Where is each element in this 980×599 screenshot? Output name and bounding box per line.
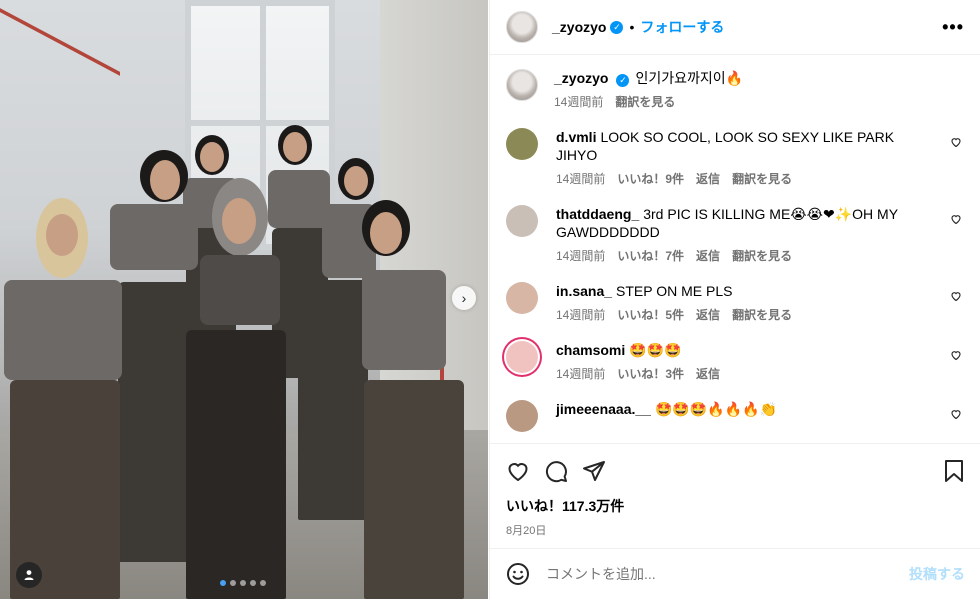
carousel-dot: [230, 580, 236, 586]
comment-likes[interactable]: いいね！3件: [617, 365, 684, 382]
heart-icon[interactable]: [506, 459, 530, 483]
avatar[interactable]: [506, 11, 538, 43]
next-slide-button[interactable]: ›: [452, 286, 476, 310]
commenter-username[interactable]: in.sana_: [556, 283, 612, 299]
comment-item: d.vmli LOOK SO COOL, LOOK SO SEXY LIKE PA…: [506, 128, 964, 187]
tagged-users-button[interactable]: [16, 562, 42, 588]
comment-text: STEP ON ME PLS: [616, 283, 733, 299]
likes-count[interactable]: いいね！117.3万件: [506, 496, 965, 516]
caption-time: 14週間前: [554, 95, 604, 109]
heart-icon[interactable]: [950, 213, 962, 225]
commenter-username[interactable]: d.vmli: [556, 129, 596, 145]
carousel-indicator: [220, 580, 266, 586]
carousel-dot: [220, 580, 226, 586]
comment-text: 🤩🤩🤩: [629, 342, 682, 358]
comment-likes[interactable]: いいね！7件: [617, 247, 684, 264]
comment-item: in.sana_ STEP ON ME PLS 14週間前 いいね！5件 返信 翻…: [506, 282, 964, 323]
reply-button[interactable]: 返信: [696, 170, 720, 187]
carousel-dot: [240, 580, 246, 586]
more-options-button[interactable]: •••: [942, 17, 964, 38]
commenter-username[interactable]: thatddaeng_: [556, 206, 639, 222]
reply-button[interactable]: 返信: [696, 365, 720, 382]
heart-icon[interactable]: [950, 408, 962, 420]
author-username[interactable]: _zyozyo: [552, 19, 606, 35]
heart-icon[interactable]: [950, 136, 962, 148]
comment-time: 14週間前: [556, 367, 606, 381]
reply-button[interactable]: 返信: [696, 247, 720, 264]
commenter-username[interactable]: chamsomi: [556, 342, 625, 358]
heart-icon[interactable]: [950, 349, 962, 361]
comment-text: LOOK SO COOL, LOOK SO SEXY LIKE PARK JIH…: [556, 129, 895, 163]
comment-item: jimeeenaaa.__ 🤩🤩🤩🔥🔥🔥👏: [506, 400, 964, 432]
post-actions: いいね！117.3万件 8月20日: [490, 443, 980, 538]
carousel-dot: [250, 580, 256, 586]
comment-time: 14週間前: [556, 249, 606, 263]
post-date: 8月20日: [506, 525, 547, 537]
post-header: _zyozyo ✓ • フォローする •••: [490, 0, 980, 55]
caption-username[interactable]: _zyozyo: [554, 70, 608, 86]
carousel-dot: [260, 580, 266, 586]
comment-item: thatddaeng_ 3rd PIC IS KILLING ME😭😭❤✨OH M…: [506, 205, 964, 264]
commenter-avatar[interactable]: [506, 205, 538, 237]
caption-avatar[interactable]: [506, 69, 538, 101]
follow-button[interactable]: フォローする: [640, 17, 724, 37]
comment-time: 14週間前: [556, 172, 606, 186]
translate-link[interactable]: 翻訳を見る: [732, 247, 792, 264]
translate-link[interactable]: 翻訳を見る: [615, 93, 675, 110]
share-icon[interactable]: [582, 459, 606, 483]
instagram-post-modal: › _zyozyo ✓ • フォローする ••• _zyozyo ✓ 인기가요까…: [0, 0, 980, 599]
commenter-avatar[interactable]: [506, 128, 538, 160]
verified-icon: ✓: [610, 20, 624, 34]
add-comment-bar: 投稿する: [490, 548, 980, 599]
post-media[interactable]: ›: [0, 0, 488, 599]
comments-list[interactable]: _zyozyo ✓ 인기가요까지이🔥 14週間前 翻訳を見る d.vmli LOOK …: [490, 55, 980, 443]
post-comment-button[interactable]: 投稿する: [909, 564, 965, 584]
reply-button[interactable]: 返信: [696, 306, 720, 323]
chevron-right-icon: ›: [461, 290, 467, 306]
comment-likes[interactable]: いいね！9件: [617, 170, 684, 187]
commenter-avatar[interactable]: [506, 282, 538, 314]
commenter-username[interactable]: jimeeenaaa.__: [556, 401, 651, 417]
post-side-panel: _zyozyo ✓ • フォローする ••• _zyozyo ✓ 인기가요까지이🔥 …: [489, 0, 980, 599]
comment-item: chamsomi 🤩🤩🤩 14週間前 いいね！3件 返信: [506, 341, 964, 382]
caption: _zyozyo ✓ 인기가요까지이🔥 14週間前 翻訳を見る: [506, 69, 964, 110]
translate-link[interactable]: 翻訳を見る: [732, 306, 792, 323]
commenter-avatar[interactable]: [506, 400, 538, 432]
user-tag-icon: [24, 570, 34, 580]
separator: •: [629, 19, 635, 35]
verified-icon: ✓: [616, 73, 630, 87]
comment-input[interactable]: [546, 566, 909, 582]
caption-text: 인기가요까지이🔥: [635, 70, 744, 86]
comment-text: 🤩🤩🤩🔥🔥🔥👏: [654, 401, 777, 417]
commenter-avatar[interactable]: [506, 341, 538, 373]
bookmark-icon[interactable]: [943, 459, 965, 483]
comment-time: 14週間前: [556, 308, 606, 322]
emoji-icon[interactable]: [506, 562, 530, 586]
comment-icon[interactable]: [544, 459, 568, 483]
comment-likes[interactable]: いいね！5件: [617, 306, 684, 323]
translate-link[interactable]: 翻訳を見る: [732, 170, 792, 187]
heart-icon[interactable]: [950, 290, 962, 302]
